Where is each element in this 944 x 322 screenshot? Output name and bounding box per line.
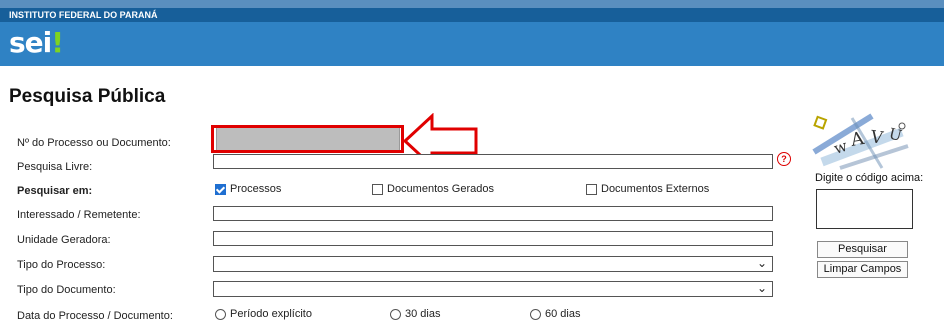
unit-label: Unidade Geradora: bbox=[17, 234, 111, 246]
highlight-box bbox=[211, 125, 404, 153]
help-icon[interactable]: ? bbox=[777, 152, 791, 166]
checkbox-icon bbox=[372, 183, 383, 195]
checkbox-checked-icon bbox=[215, 183, 226, 195]
top-strip bbox=[0, 0, 944, 8]
checkbox-icon bbox=[586, 183, 597, 195]
logo-text: sei bbox=[9, 26, 52, 59]
free-search-label: Pesquisa Livre: bbox=[17, 161, 93, 173]
checkbox-processos[interactable]: Processos bbox=[215, 183, 281, 195]
process-number-label: Nº do Processo ou Documento: bbox=[17, 137, 171, 149]
interested-label: Interessado / Remetente: bbox=[17, 209, 141, 221]
radio-icon bbox=[215, 308, 226, 320]
sei-logo[interactable]: sei! bbox=[9, 24, 64, 62]
captcha-image: w A V U bbox=[812, 113, 909, 170]
institution-name: INSTITUTO FEDERAL DO PARANÁ bbox=[0, 8, 944, 22]
clear-fields-button[interactable]: Limpar Campos bbox=[817, 261, 908, 278]
radio-icon bbox=[530, 308, 541, 320]
radio-30-dias[interactable]: 30 dias bbox=[390, 308, 440, 320]
unit-input[interactable] bbox=[213, 231, 773, 246]
search-in-label: Pesquisar em: bbox=[17, 185, 93, 197]
process-type-select[interactable]: ⌄ bbox=[213, 256, 773, 272]
captcha-input[interactable] bbox=[816, 189, 913, 229]
free-search-input[interactable] bbox=[213, 154, 773, 169]
checkbox-documentos-externos[interactable]: Documentos Externos bbox=[586, 183, 709, 195]
captcha-prompt: Digite o código acima: bbox=[815, 172, 924, 184]
document-type-label: Tipo do Documento: bbox=[17, 284, 116, 296]
header-banner bbox=[0, 22, 944, 66]
svg-text:U: U bbox=[887, 124, 904, 145]
checkbox-documentos-gerados[interactable]: Documentos Gerados bbox=[372, 183, 494, 195]
page-title: Pesquisa Pública bbox=[9, 86, 166, 107]
checkbox-label: Documentos Gerados bbox=[387, 183, 494, 195]
interested-input[interactable] bbox=[213, 206, 773, 221]
radio-icon bbox=[390, 308, 401, 320]
chevron-down-icon: ⌄ bbox=[756, 281, 767, 295]
radio-periodo-explicito[interactable]: Período explícito bbox=[215, 308, 312, 320]
checkbox-label: Documentos Externos bbox=[601, 183, 710, 195]
date-label: Data do Processo / Documento: bbox=[17, 310, 173, 322]
process-type-label: Tipo do Processo: bbox=[17, 259, 106, 271]
svg-text:V: V bbox=[868, 127, 885, 149]
checkbox-label: Processos bbox=[230, 183, 282, 195]
radio-label: 60 dias bbox=[545, 308, 581, 320]
document-type-select[interactable]: ⌄ bbox=[213, 281, 773, 297]
chevron-down-icon: ⌄ bbox=[756, 256, 767, 270]
radio-label: 30 dias bbox=[405, 308, 441, 320]
logo-mark: ! bbox=[51, 26, 64, 59]
radio-label: Período explícito bbox=[230, 308, 312, 320]
radio-60-dias[interactable]: 60 dias bbox=[530, 308, 580, 320]
search-button[interactable]: Pesquisar bbox=[817, 241, 908, 258]
